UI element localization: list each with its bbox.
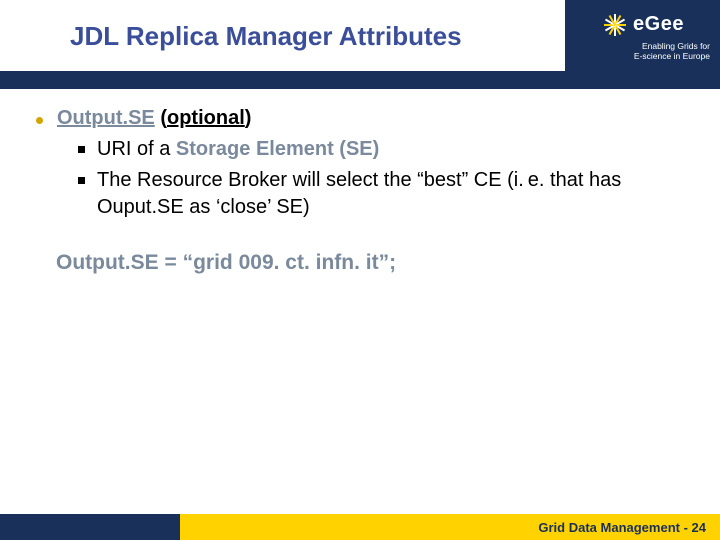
optional-open: ( <box>155 107 167 129</box>
attribute-name: Output.SE <box>57 107 155 129</box>
footer-left-block <box>0 514 180 540</box>
tagline-line2: E-science in Europe <box>634 51 710 61</box>
tagline-line1: Enabling Grids for <box>642 41 710 51</box>
egee-logo: eGee Enabling Grids for E-science in Eur… <box>565 0 720 72</box>
code-example: Output.SE = “grid 009. ct. infn. it”; <box>56 251 684 275</box>
body: Output.SE (optional) URI of a Storage El… <box>0 89 720 514</box>
slide: JDL Replica Manager Attributes <box>0 0 720 540</box>
sub-pre: URI of a <box>97 138 176 160</box>
optional-close: ) <box>245 107 252 129</box>
optional-word: optional <box>167 107 245 129</box>
slide-title: JDL Replica Manager Attributes <box>70 21 462 52</box>
logo-tagline: Enabling Grids for E-science in Europe <box>571 41 714 61</box>
logo-text: eGee <box>633 13 684 36</box>
sub-text: URI of a Storage Element (SE) <box>97 136 379 163</box>
bullet-level2: URI of a Storage Element (SE) <box>78 136 684 163</box>
header-band <box>0 71 720 89</box>
bullet-level2: The Resource Broker will select the “bes… <box>78 167 684 221</box>
sub-em: Storage Element (SE) <box>176 138 379 160</box>
logo-top: eGee <box>601 11 684 39</box>
title-area: JDL Replica Manager Attributes <box>0 0 565 72</box>
bullet-dot-icon <box>36 117 43 124</box>
footer: Grid Data Management - 24 <box>0 514 720 540</box>
footer-right-block: Grid Data Management - 24 <box>180 514 720 540</box>
square-bullet-icon <box>78 177 85 184</box>
sub-pre: The Resource Broker will select the “bes… <box>97 169 621 218</box>
square-bullet-icon <box>78 146 85 153</box>
sub-list: URI of a Storage Element (SE) The Resour… <box>78 136 684 221</box>
bullet-level1: Output.SE (optional) <box>36 107 684 130</box>
starburst-icon <box>601 11 629 39</box>
footer-text: Grid Data Management - 24 <box>538 520 706 535</box>
header: JDL Replica Manager Attributes <box>0 0 720 72</box>
bullet-text: Output.SE (optional) <box>57 107 251 130</box>
sub-text: The Resource Broker will select the “bes… <box>97 167 684 221</box>
